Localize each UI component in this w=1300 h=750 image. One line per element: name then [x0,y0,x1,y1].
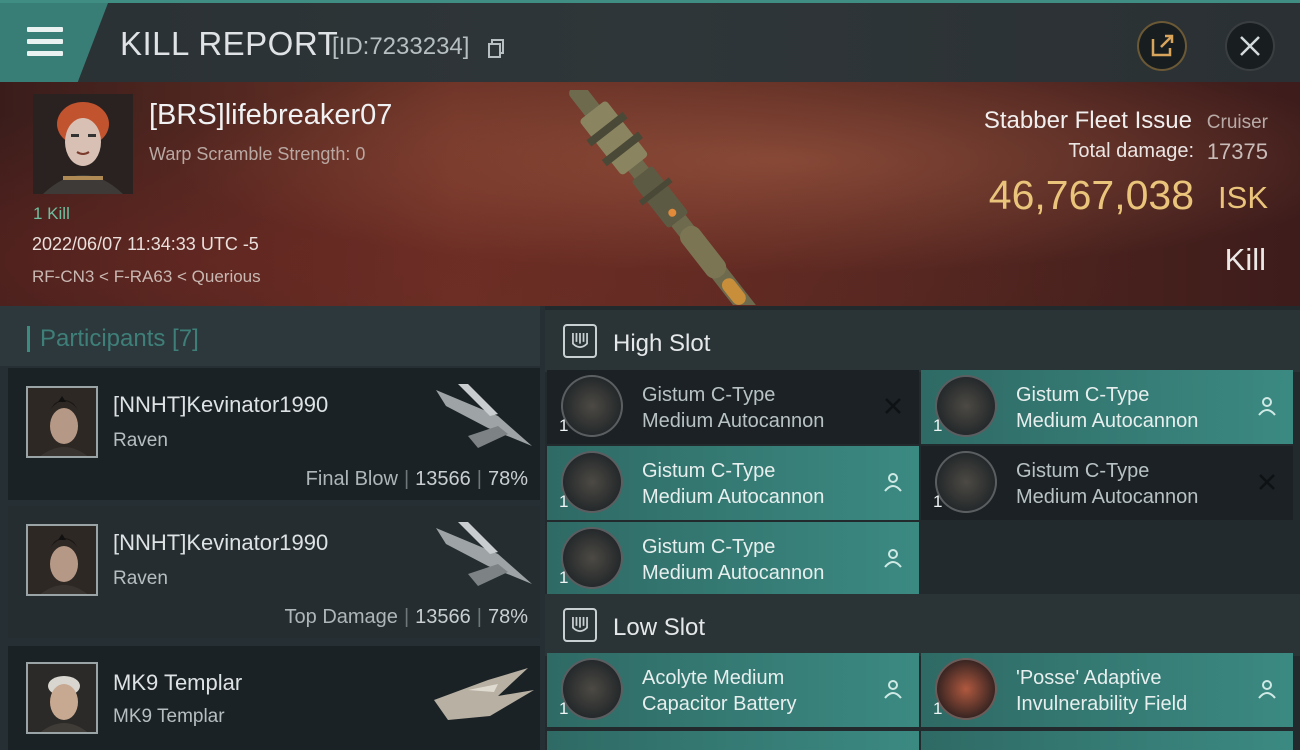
participant-ship: Raven [113,430,168,451]
participant-role: Top Damage [284,606,398,628]
kill-timestamp: 2022/06/07 11:34:33 UTC -5 [32,234,259,254]
module-quantity: 1 [559,568,569,587]
module-quantity: 1 [933,699,943,718]
participant-name: MK9 Templar [113,670,243,695]
isk-unit: ISK [1218,180,1268,215]
isk-value: 46,767,038 [988,172,1194,218]
kill-location[interactable]: RF-CN3 < F-RA63 < Querious [32,267,261,287]
participants-panel: Participants [7] [NNHT]Kevinator1990 Rav… [0,306,545,750]
total-damage-value: 17375 [1206,139,1268,164]
module-name: Gistum C-Type Medium Autocannon [642,460,825,508]
autocannon-icon [561,451,623,513]
kill-report-header: KILL REPORT [ID:7233234] [0,0,1300,82]
module-item[interactable]: 1 Gistum C-Type Medium Autocannon [547,370,919,444]
high-slot-header: High Slot [545,310,1300,372]
participant-stats: Final Blow | 13566 | 78% [305,468,528,490]
copy-icon[interactable] [488,39,505,58]
module-quantity: 1 [933,492,943,511]
menu-button[interactable] [0,3,108,82]
module-item[interactable]: 1 'Posse' Adaptive Invulnerability Field [921,653,1293,727]
participant-damage: 13566 [415,606,471,628]
module-item[interactable]: 1 Acolyte Medium Capacitor Battery [547,653,919,727]
participants-title: Participants [7] [40,325,199,352]
person-icon [1258,680,1276,699]
module-item[interactable]: 1 Gistum C-Type Medium Autocannon [547,446,919,520]
page-title: KILL REPORT [120,25,339,62]
participant-avatar [26,524,98,596]
participant-percent: 78% [487,606,528,628]
participant-row[interactable]: [NNHT]Kevinator1990 Raven Final Blow | 135… [8,368,540,500]
module-quantity: 1 [559,492,569,511]
module-name: Gistum C-Type Medium Autocannon [1016,460,1199,508]
kill-result-label: Kill [1224,242,1266,277]
module-item[interactable]: 1 Gistum C-Type Medium Autocannon [921,446,1293,520]
module-item[interactable] [547,731,919,750]
module-quantity: 1 [559,699,569,718]
module-item[interactable]: 1 Gistum C-Type Medium Autocannon [921,370,1293,444]
participants-header: Participants [7] [0,306,540,366]
participant-name: [NNHT]Kevinator1990 [113,530,329,555]
person-icon [884,473,902,492]
high-slot-title: High Slot [613,330,711,357]
close-icon [1240,36,1260,56]
module-quantity: 1 [559,416,569,435]
victim-ship-name[interactable]: Stabber Fleet Issue [984,107,1192,135]
participant-role: Final Blow [305,468,398,490]
participant-percent: 78% [487,468,528,490]
person-icon [1258,397,1276,416]
module-name: Gistum C-Type Medium Autocannon [1016,384,1199,432]
low-slot-header: Low Slot [545,594,1300,656]
participant-name: [NNHT]Kevinator1990 [113,392,329,417]
participant-ship: Raven [113,568,168,589]
module-name: Gistum C-Type Medium Autocannon [642,536,825,584]
person-icon [884,549,902,568]
victim-banner: [BRS]lifebreaker07 Warp Scramble Strengt… [0,82,1300,306]
destroyed-x-icon [885,398,901,414]
module-name: Acolyte Medium Capacitor Battery [642,667,797,715]
kill-count: 1 Kill [33,204,70,223]
participant-ship-image [434,668,534,720]
low-slot-icon [563,608,597,642]
participant-ship: MK9 Templar [113,706,225,727]
module-item[interactable] [921,731,1293,750]
fitting-panel: High Slot 1 Gistum C-Type Medium Autocann… [545,306,1300,750]
autocannon-icon [561,375,623,437]
autocannon-icon [935,451,997,513]
participant-ship-image [436,522,532,586]
victim-ship-class: Cruiser [1206,112,1268,133]
module-item[interactable]: 1 Gistum C-Type Medium Autocannon [547,522,919,596]
participant-avatar [26,386,98,458]
participant-damage: 13566 [415,468,471,490]
destroyed-x-icon [1259,474,1275,490]
section-accent-bar [27,326,30,352]
participant-avatar [26,662,98,734]
invulnerability-field-icon [935,658,997,720]
share-button[interactable] [1137,21,1187,71]
close-button[interactable] [1225,21,1275,71]
report-id: [ID:7233234] [332,33,470,60]
victim-name[interactable]: [BRS]lifebreaker07 [149,99,392,132]
low-slot-title: Low Slot [613,614,706,641]
participant-row[interactable]: MK9 Templar MK9 Templar [8,646,540,750]
high-slot-icon [563,324,597,358]
module-name: Gistum C-Type Medium Autocannon [642,384,825,432]
hamburger-icon [27,27,63,63]
capacitor-battery-icon [561,658,623,720]
total-damage-label: Total damage: [1068,140,1194,162]
share-icon [1151,34,1174,57]
participant-stats: Top Damage | 13566 | 78% [284,606,528,628]
person-icon [884,680,902,699]
victim-portrait[interactable] [33,94,133,194]
warp-scramble-strength: Warp Scramble Strength: 0 [149,144,366,164]
module-name: 'Posse' Adaptive Invulnerability Field [1016,667,1188,715]
victim-ship-image[interactable] [540,90,780,305]
participant-ship-image [436,384,532,448]
autocannon-icon [935,375,997,437]
participant-row[interactable]: [NNHT]Kevinator1990 Raven Top Damage | 135… [8,506,540,638]
module-quantity: 1 [933,416,943,435]
autocannon-icon [561,527,623,589]
